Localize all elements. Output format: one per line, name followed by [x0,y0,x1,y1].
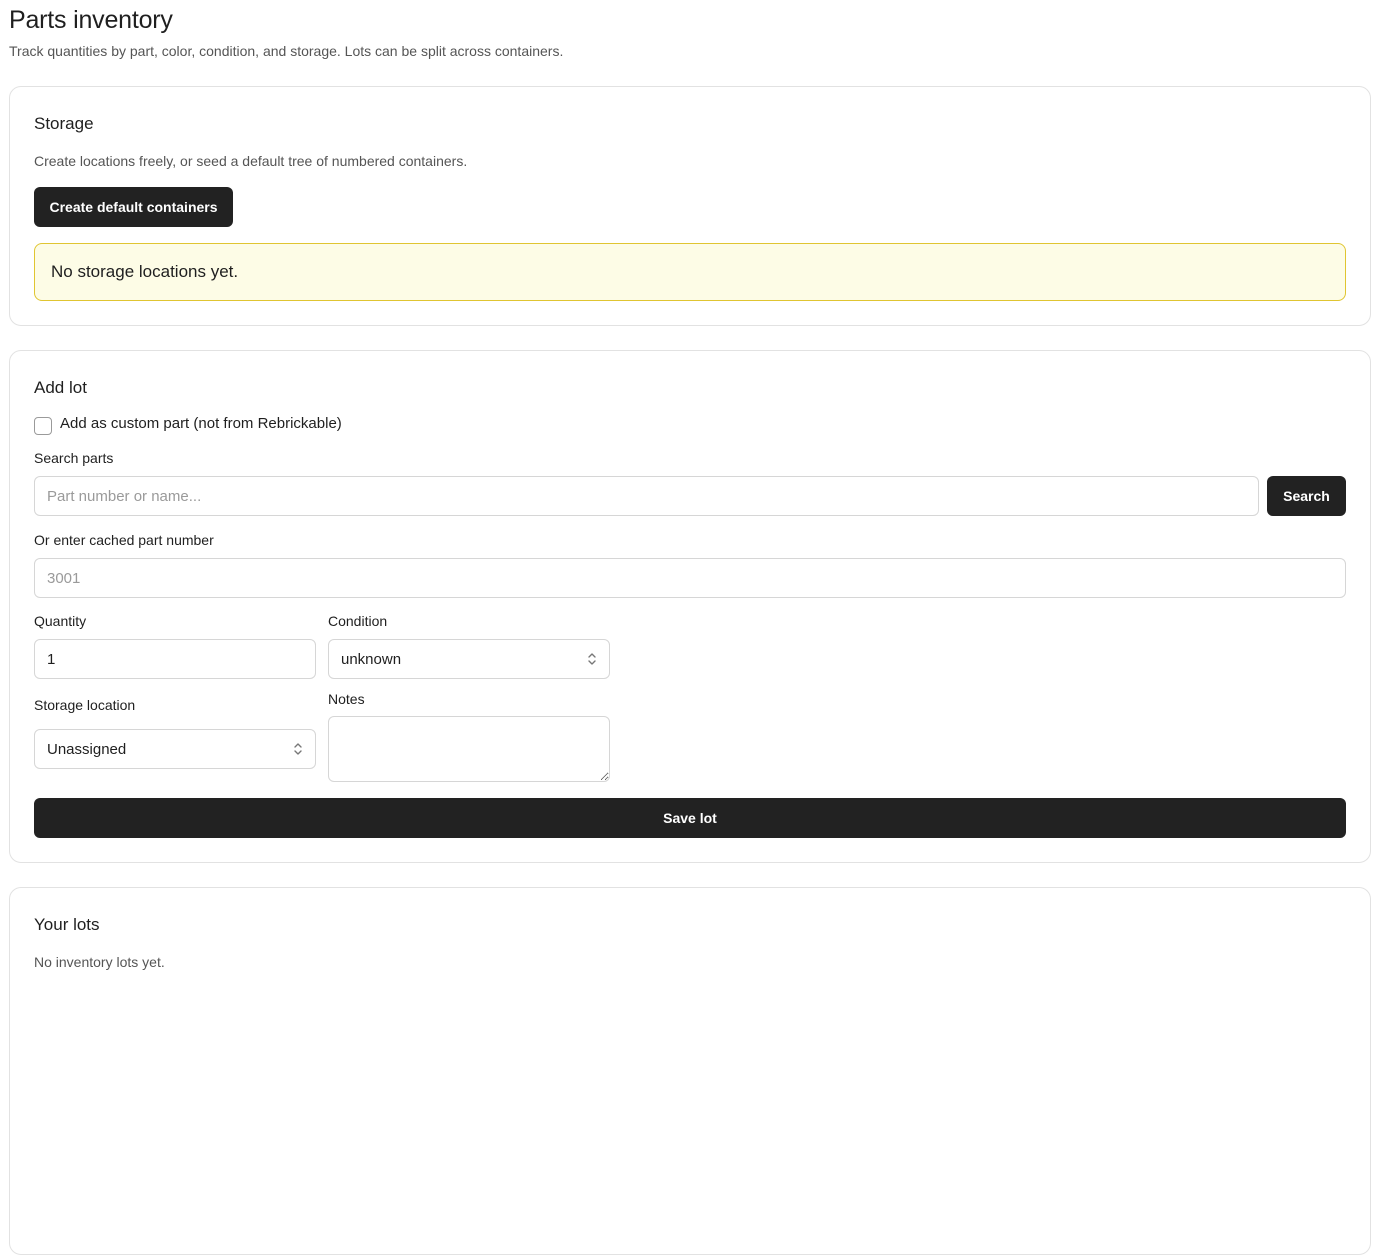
storage-description: Create locations freely, or seed a defau… [34,153,468,169]
quantity-input[interactable] [34,639,316,679]
condition-value: unknown [341,650,402,668]
notes-label: Notes [328,691,365,707]
add-lot-card: Add lot Add as custom part (not from Reb… [9,350,1371,863]
search-button[interactable]: Search [1267,476,1346,516]
storage-location-label: Storage location [34,697,136,713]
page-subtitle: Track quantities by part, color, conditi… [9,43,564,59]
storage-title: Storage [34,114,94,133]
condition-label: Condition [328,613,388,629]
storage-location-select[interactable]: Unassigned [34,729,316,769]
cached-part-number-input[interactable] [34,558,1346,598]
custom-part-checkbox[interactable] [34,417,52,435]
chevron-up-down-icon [294,743,302,755]
page-title: Parts inventory [9,6,173,34]
empty-storage-notice: No storage locations yet. [34,243,1346,301]
your-lots-card: Your lots No inventory lots yet. [9,887,1371,1255]
storage-location-value: Unassigned [47,740,127,758]
save-lot-button[interactable]: Save lot [34,798,1346,838]
add-lot-title: Add lot [34,378,87,397]
search-parts-input[interactable] [34,476,1259,516]
empty-lots-text: No inventory lots yet. [34,954,165,970]
quantity-label: Quantity [34,613,87,629]
search-parts-label: Search parts [34,450,114,466]
your-lots-title: Your lots [34,915,100,934]
condition-select[interactable]: unknown [328,639,610,679]
notes-textarea[interactable] [328,716,610,782]
custom-part-label: Add as custom part (not from Rebrickable… [60,415,342,432]
storage-card: Storage Create locations freely, or seed… [9,86,1371,326]
cached-part-label: Or enter cached part number [34,532,214,548]
chevron-up-down-icon [588,653,596,665]
create-default-containers-button[interactable]: Create default containers [34,187,233,227]
